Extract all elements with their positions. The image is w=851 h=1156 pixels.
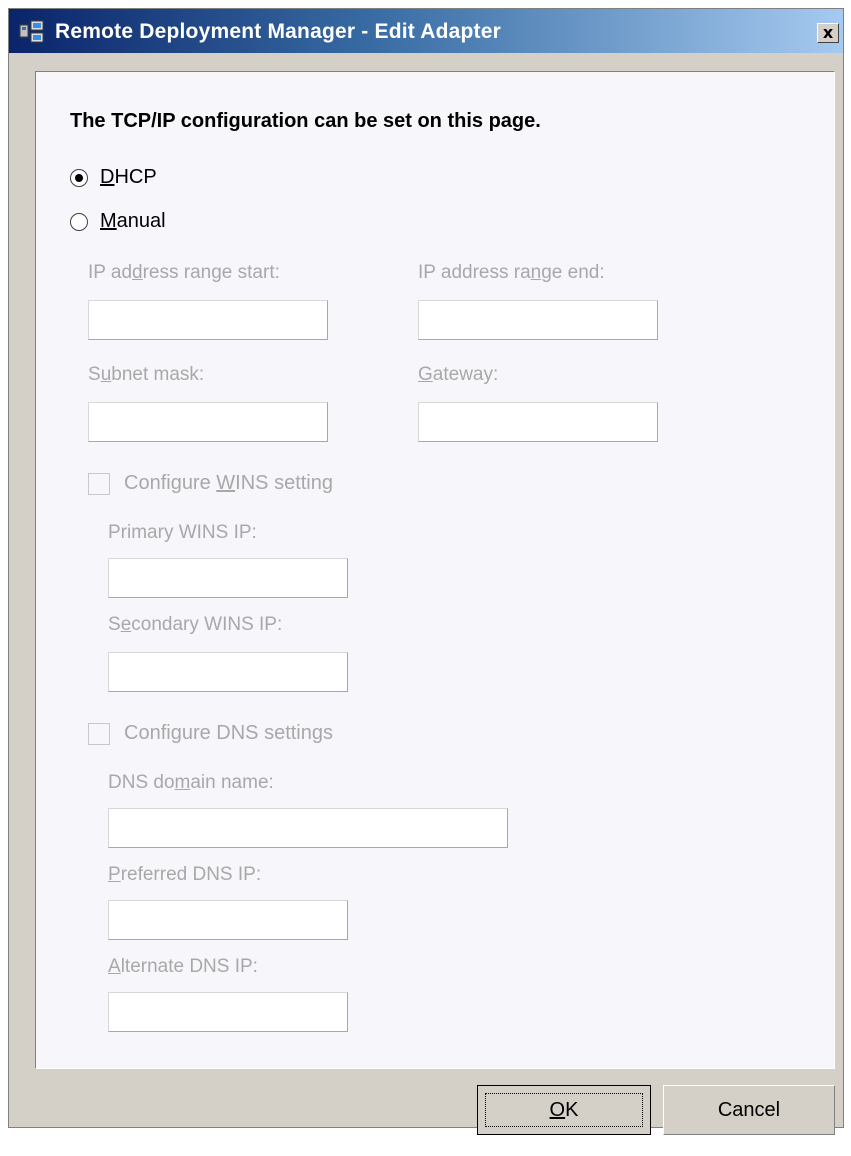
subnet-mask-label: Subnet mask:	[88, 364, 205, 385]
configure-wins-label[interactable]: Configure WINS setting	[124, 472, 333, 495]
gateway-input[interactable]	[418, 402, 658, 442]
edit-adapter-dialog: Remote Deployment Manager - Edit Adapter…	[8, 8, 844, 1135]
secondary-wins-label: Secondary WINS IP:	[108, 614, 283, 635]
page-heading: The TCP/IP configuration can be set on t…	[70, 110, 541, 132]
preferred-dns-label: Preferred DNS IP:	[108, 864, 262, 885]
ip-range-start-input[interactable]	[88, 300, 328, 340]
subnet-mask-input[interactable]	[88, 402, 328, 442]
close-button[interactable]: x	[817, 23, 839, 43]
dhcp-radio-option[interactable]: DHCP	[70, 166, 157, 189]
primary-wins-input[interactable]	[108, 558, 348, 598]
ok-button[interactable]: OK	[477, 1085, 651, 1135]
title-bar[interactable]: Remote Deployment Manager - Edit Adapter…	[9, 9, 843, 53]
cancel-button[interactable]: Cancel	[663, 1085, 835, 1135]
manual-radio-option[interactable]: Manual	[70, 210, 166, 233]
cancel-button-label: Cancel	[717, 1098, 781, 1121]
ip-range-end-label: IP address range end:	[418, 262, 605, 283]
alternate-dns-label: Alternate DNS IP:	[108, 956, 258, 977]
dns-domain-input[interactable]	[108, 808, 508, 848]
configuration-panel: The TCP/IP configuration can be set on t…	[35, 71, 835, 1069]
dhcp-radio[interactable]	[70, 168, 88, 187]
rdm-app-icon	[19, 20, 44, 43]
window-title: Remote Deployment Manager - Edit Adapter	[55, 20, 501, 43]
gateway-label: Gateway:	[418, 364, 499, 385]
ip-range-end-input[interactable]	[418, 300, 658, 340]
focus-ring	[485, 1093, 643, 1127]
manual-radio[interactable]	[70, 212, 88, 231]
dhcp-radio-label[interactable]: DHCP	[100, 166, 157, 189]
configure-dns-checkbox[interactable]	[88, 722, 110, 745]
alternate-dns-input[interactable]	[108, 992, 348, 1032]
configure-wins-checkbox[interactable]	[88, 472, 110, 495]
ip-range-start-label: IP address range start:	[88, 262, 280, 283]
manual-radio-label[interactable]: Manual	[100, 210, 166, 233]
configure-wins-option[interactable]: Configure WINS setting	[88, 472, 333, 495]
secondary-wins-input[interactable]	[108, 652, 348, 692]
dns-domain-label: DNS domain name:	[108, 772, 274, 793]
primary-wins-label: Primary WINS IP:	[108, 522, 257, 543]
configure-dns-option[interactable]: Configure DNS settings	[88, 722, 333, 745]
close-icon: x	[822, 23, 834, 42]
preferred-dns-input[interactable]	[108, 900, 348, 940]
configure-dns-label[interactable]: Configure DNS settings	[124, 722, 333, 745]
